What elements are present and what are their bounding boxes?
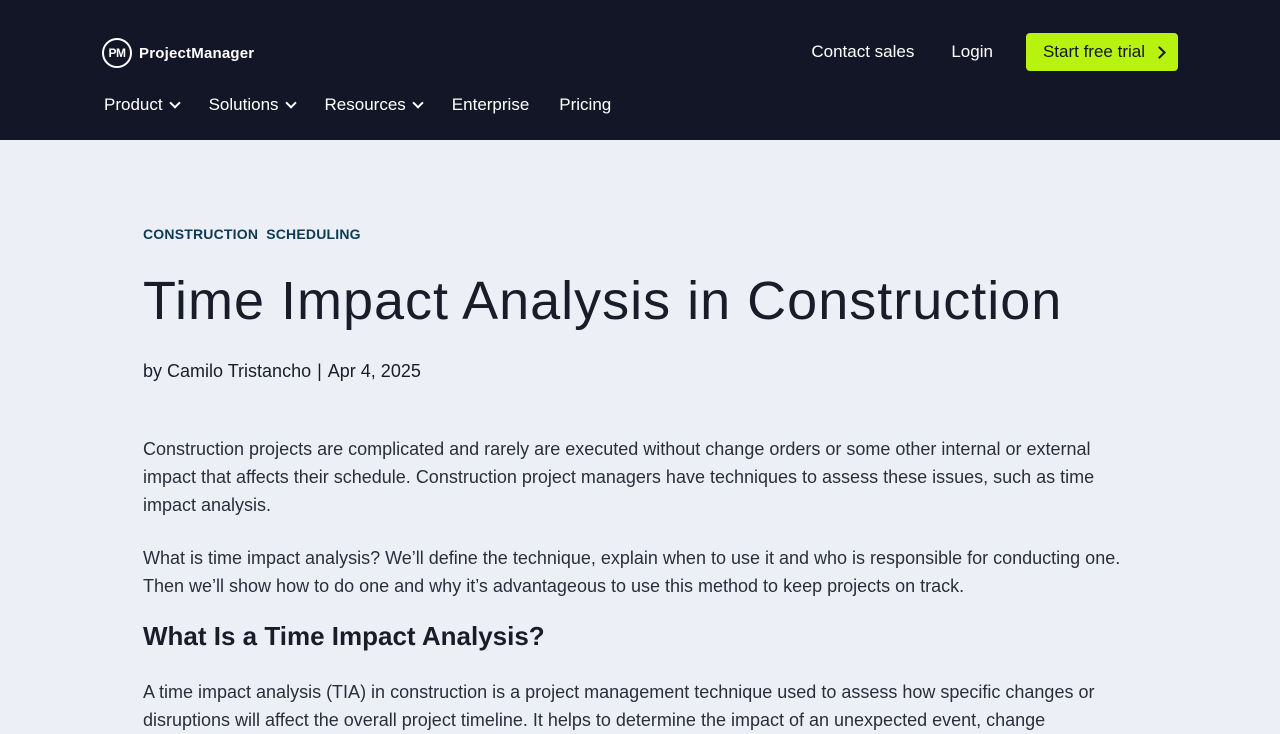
nav-item-pricing[interactable]: Pricing (559, 95, 611, 115)
nav-item-enterprise[interactable]: Enterprise (452, 95, 529, 115)
logo-text: ProjectManager (139, 44, 255, 62)
login-link[interactable]: Login (951, 42, 993, 62)
nav-item-resources[interactable]: Resources (324, 95, 424, 115)
section-paragraph: A time impact analysis (TIA) in construc… (143, 682, 1095, 730)
tag-construction[interactable]: CONSTRUCTION (143, 226, 258, 242)
top-actions: Contact sales Login Start free trial (811, 33, 1178, 71)
chevron-right-icon (1153, 45, 1166, 59)
nav-item-label: Solutions (208, 95, 279, 114)
byline: by Camilo Tristancho | Apr 4, 2025 (143, 361, 421, 382)
author-link[interactable]: Camilo Tristancho (167, 361, 311, 381)
nav-item-label: Resources (324, 95, 406, 114)
start-free-trial-button[interactable]: Start free trial (1025, 33, 1178, 71)
nav-item-solutions[interactable]: Solutions (208, 95, 297, 115)
byline-separator: | (317, 361, 322, 381)
nav-item-label: Pricing (559, 95, 612, 114)
start-free-trial-label: Start free trial (1042, 42, 1145, 61)
chevron-down-icon (168, 96, 181, 109)
nav-item-label: Product (104, 95, 163, 114)
section-heading: What Is a Time Impact Analysis? (143, 621, 545, 651)
site-header: PM ProjectManager Contact sales Login St… (0, 0, 1280, 140)
tag-scheduling[interactable]: SCHEDULING (266, 226, 361, 242)
pm-logo-icon: PM (102, 38, 132, 68)
publish-date: Apr 4, 2025 (327, 361, 421, 381)
overview-paragraph: What is time impact analysis? We’ll defi… (143, 548, 1121, 596)
logo-link[interactable]: PM ProjectManager (102, 38, 254, 68)
contact-sales-link[interactable]: Contact sales (811, 42, 914, 62)
chevron-down-icon (412, 96, 424, 109)
byline-prefix: by (143, 361, 163, 381)
nav-item-label: Enterprise (451, 95, 530, 114)
nav-item-product[interactable]: Product (104, 95, 181, 115)
category-tags: CONSTRUCTION SCHEDULING (143, 226, 361, 242)
chevron-down-icon (284, 96, 297, 109)
article-title: Time Impact Analysis in Construction (143, 271, 1063, 331)
main-nav: Product Solutions Resources Enterprise P… (104, 93, 641, 117)
intro-paragraph: Construction projects are complicated an… (143, 439, 1095, 515)
